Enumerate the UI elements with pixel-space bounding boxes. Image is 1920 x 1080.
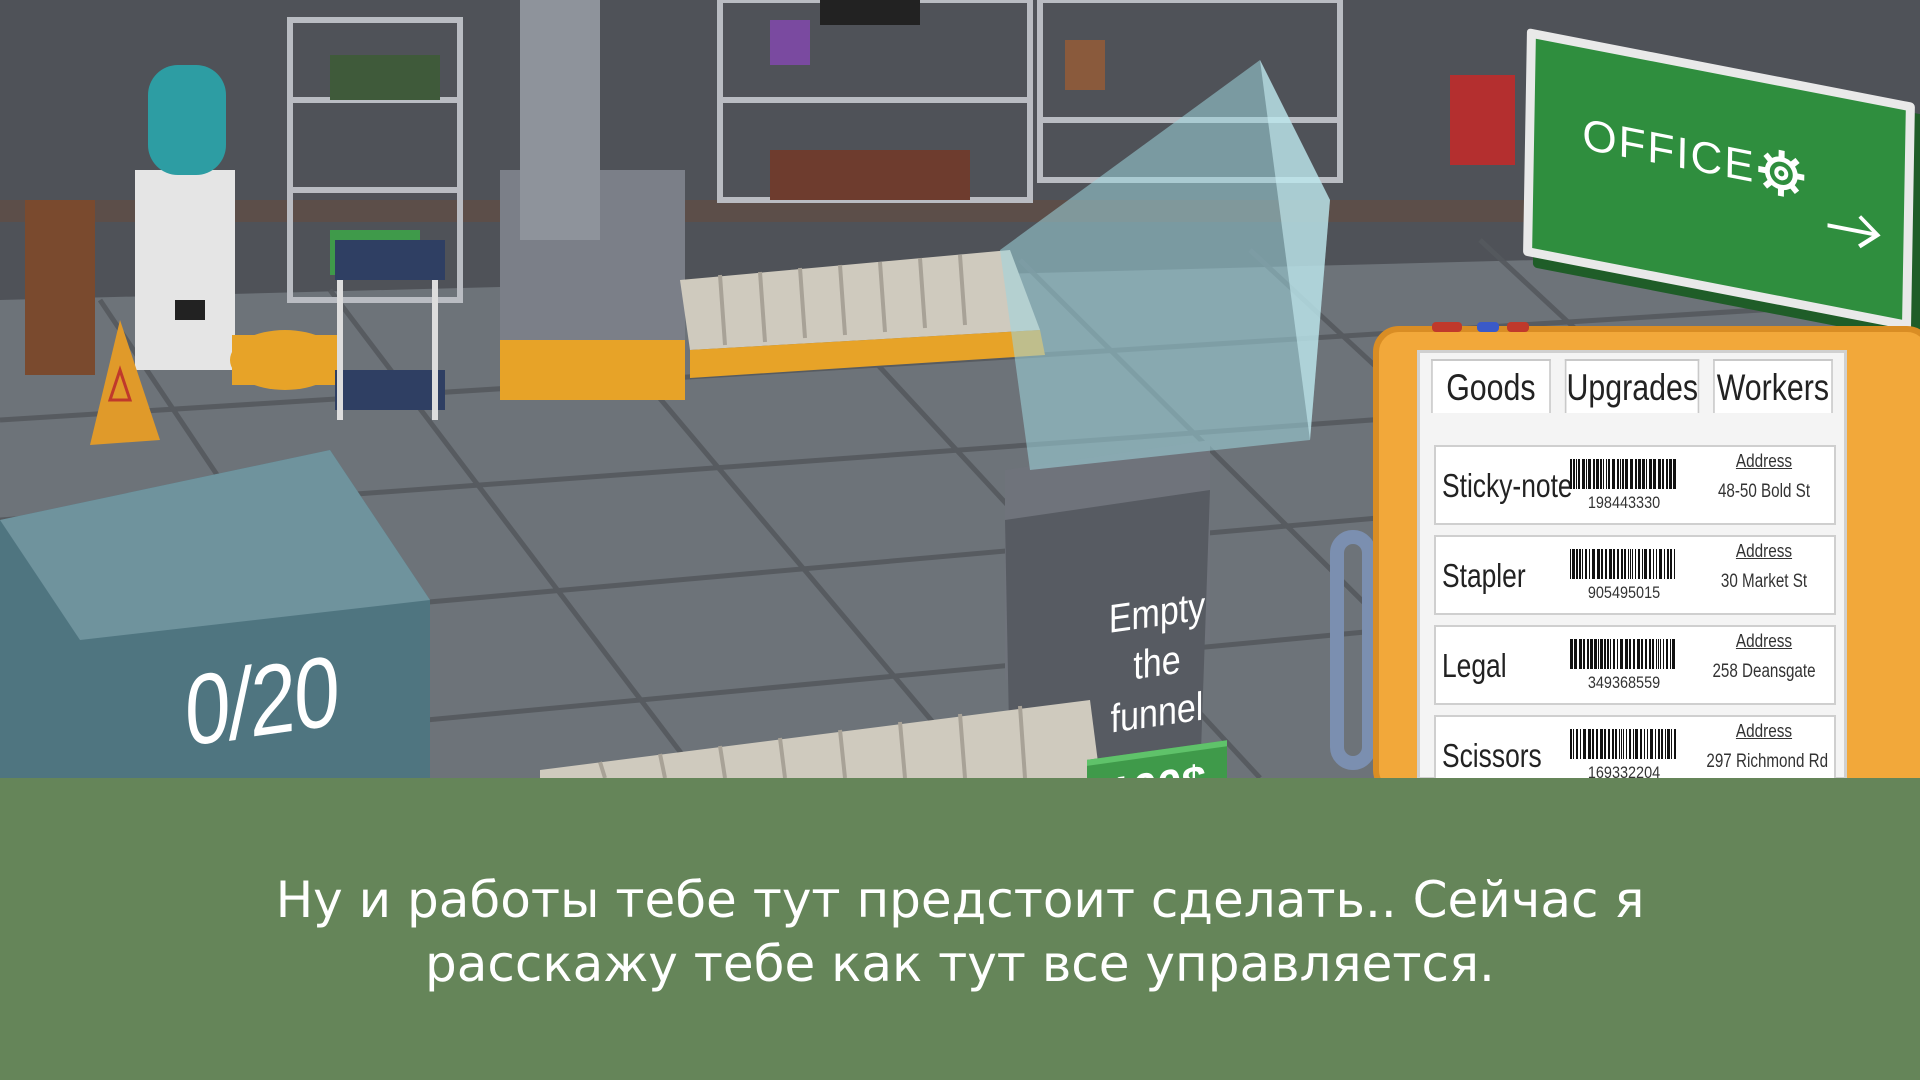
panel-tabs: Goods Upgrades Workers — [1420, 353, 1844, 413]
dialogue-box[interactable]: Ну и работы тебе тут предстоит сделать..… — [0, 778, 1920, 1080]
empty-funnel-sign: Empty the funnel 100$ — [1072, 576, 1242, 778]
address-label[interactable]: Address — [1715, 631, 1814, 652]
funnel-sign-line2: the funnel — [1110, 637, 1204, 742]
dialogue-line-2: расскажу тебе как тут все управляется. — [425, 935, 1495, 993]
address-label[interactable]: Address — [1715, 451, 1814, 472]
goods-row[interactable]: Legal 349368559 Address 258 Deansgate — [1434, 625, 1836, 705]
goods-name: Stapler — [1442, 557, 1526, 594]
goods-name: Sticky-note — [1442, 467, 1573, 504]
address-label[interactable]: Address — [1715, 721, 1814, 742]
arrow-right-icon — [1827, 215, 1881, 249]
office-sign-label: OFFICE — [1581, 109, 1757, 193]
goods-name: Scissors — [1442, 737, 1542, 774]
goods-barcode: 198443330 — [1587, 493, 1661, 512]
dialogue-text: Ну и работы тебе тут предстоит сделать..… — [160, 868, 1760, 996]
crate-counter: 0/20 — [185, 634, 339, 768]
goods-row[interactable]: Scissors 169332204 Address 297 Richmond … — [1434, 715, 1836, 778]
tab-workers[interactable]: Workers — [1713, 359, 1833, 413]
gear-icon — [1758, 149, 1805, 197]
goods-panel: Goods Upgrades Workers Sticky-note 19844… — [1417, 350, 1847, 778]
goods-address: 30 Market St — [1720, 571, 1808, 592]
dialogue-line-1: Ну и работы тебе тут предстоит сделать..… — [275, 871, 1645, 929]
clipboard-clip — [1432, 322, 1529, 332]
goods-barcode: 349368559 — [1587, 673, 1661, 692]
barcode-icon — [1570, 639, 1675, 669]
tab-goods[interactable]: Goods — [1431, 359, 1551, 413]
goods-row[interactable]: Stapler 905495015 Address 30 Market St — [1434, 535, 1836, 615]
barcode-icon — [1570, 549, 1675, 579]
address-label[interactable]: Address — [1715, 541, 1814, 562]
goods-address: 258 Deansgate — [1712, 661, 1816, 682]
barcode-icon — [1570, 459, 1676, 489]
clipboard-left-handle — [1330, 530, 1376, 770]
goods-row[interactable]: Sticky-note 198443330 Address 48-50 Bold… — [1434, 445, 1836, 525]
goods-address: 48-50 Bold St — [1717, 481, 1811, 502]
tab-upgrades[interactable]: Upgrades — [1564, 359, 1700, 413]
goods-address: 297 Richmond Rd — [1706, 751, 1829, 772]
goods-barcode: 905495015 — [1587, 583, 1661, 602]
goods-name: Legal — [1442, 647, 1507, 684]
goods-list: Sticky-note 198443330 Address 48-50 Bold… — [1434, 445, 1836, 778]
barcode-icon — [1570, 729, 1676, 759]
empty-funnel-button[interactable]: 100$ — [1087, 740, 1227, 778]
goods-barcode: 169332204 — [1587, 763, 1661, 778]
game-scene: 0/20 Empty the funnel 100$ OFFICE — [0, 0, 1920, 778]
